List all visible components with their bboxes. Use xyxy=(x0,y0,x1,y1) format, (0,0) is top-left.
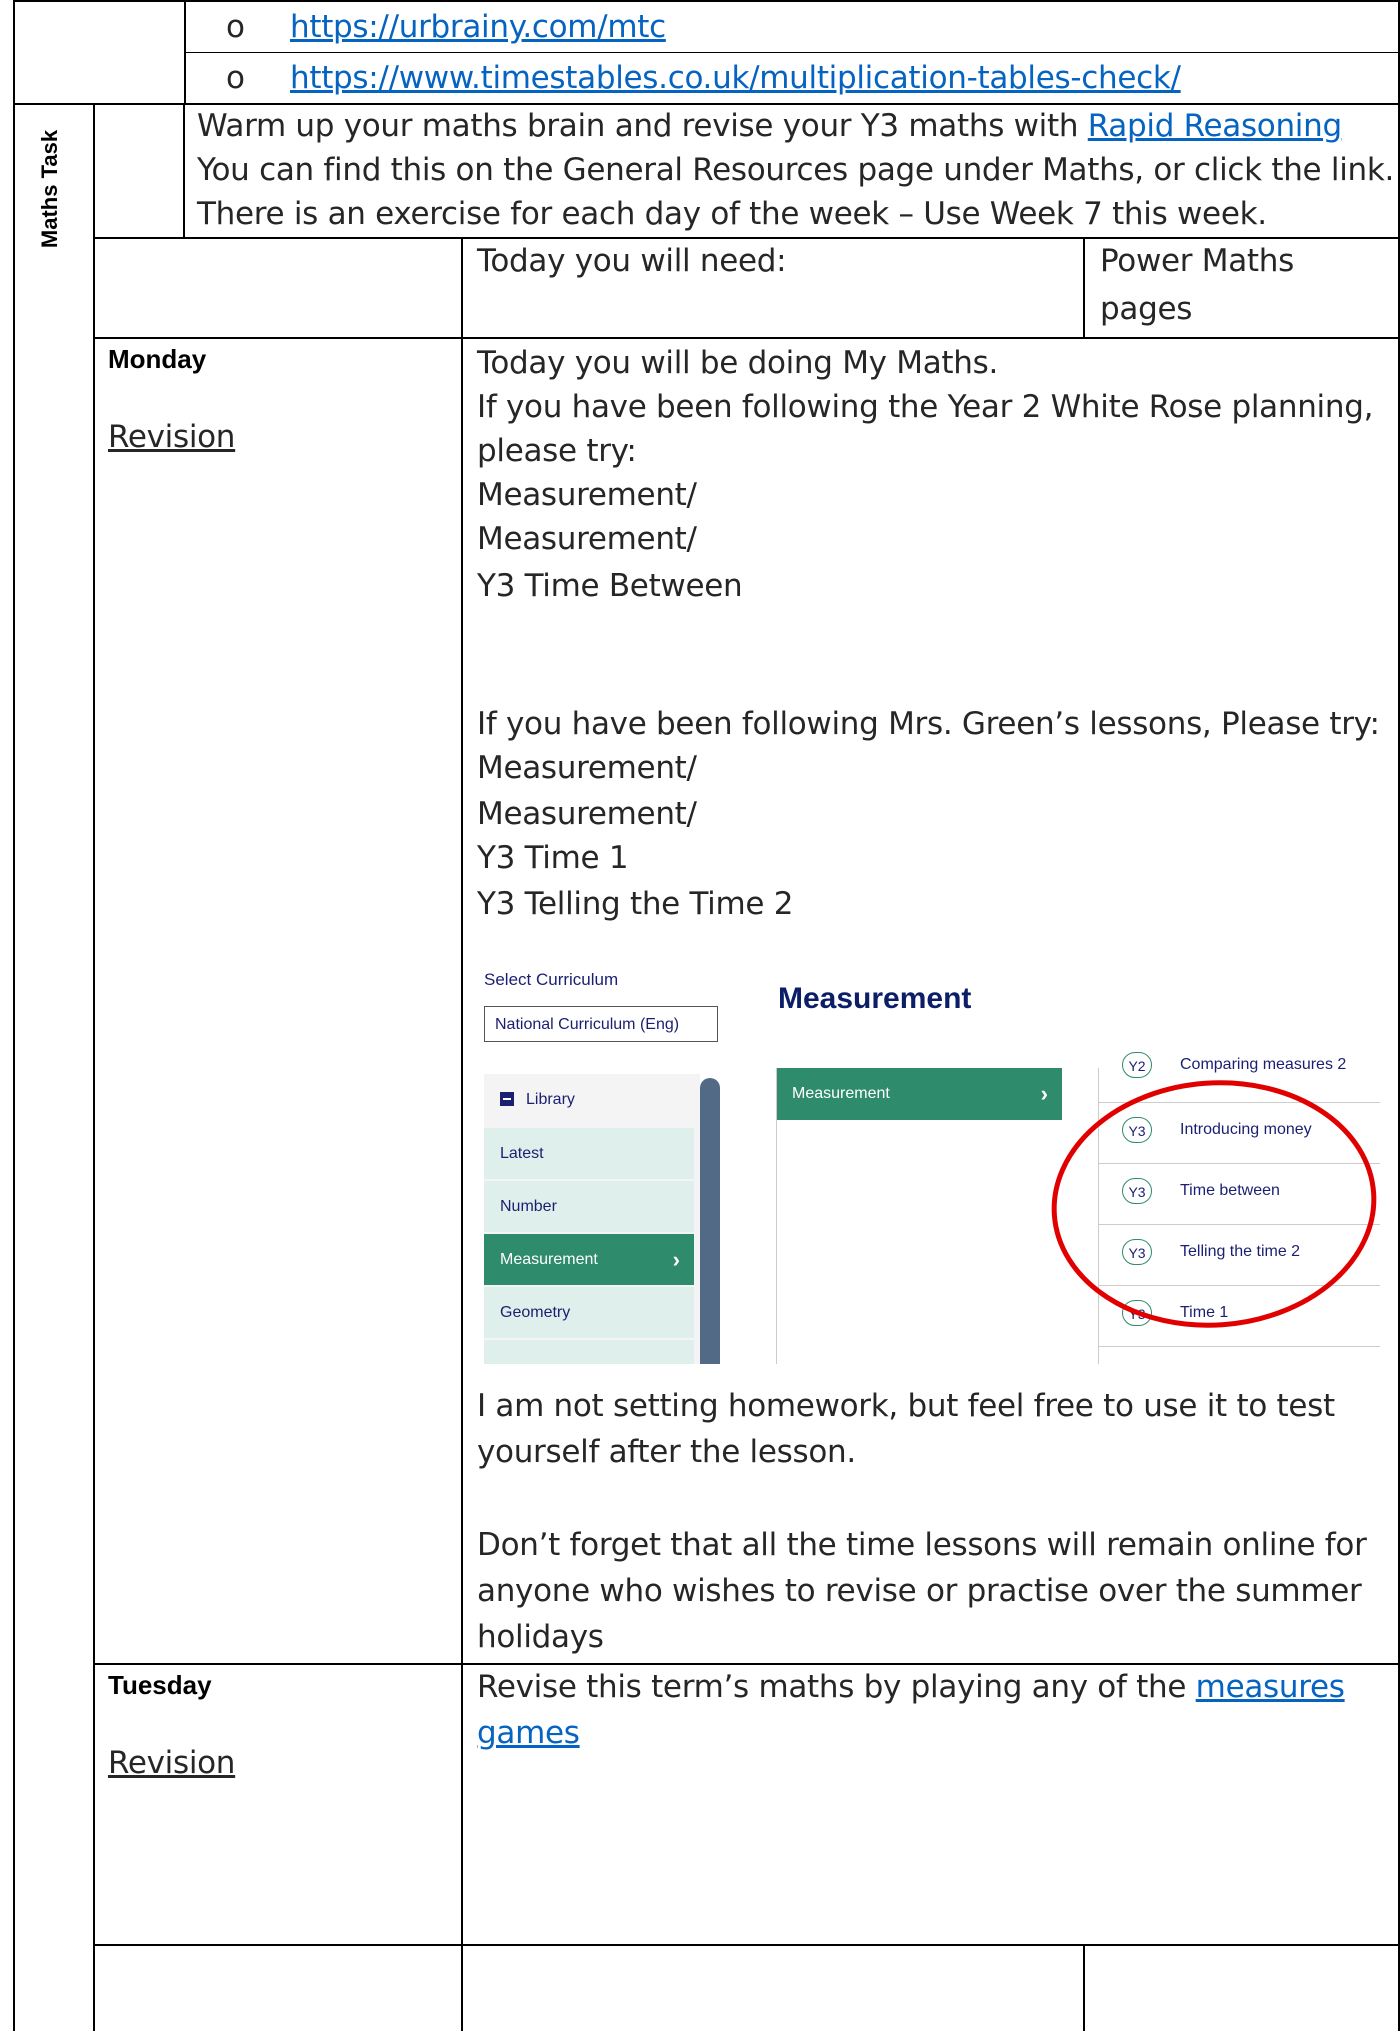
warmup-line-2: You can find this on the General Resourc… xyxy=(197,152,1395,188)
monday-line: If you have been following the Year 2 Wh… xyxy=(477,389,1374,425)
link-urbrainy[interactable]: https://urbrainy.com/mtc xyxy=(290,4,666,50)
monday-line: Today you will be doing My Maths. xyxy=(477,345,999,381)
monday-line: yourself after the lesson. xyxy=(477,1434,856,1470)
monday-line: Measurement/ xyxy=(477,796,697,832)
border-row-4 xyxy=(93,337,1400,339)
link-bullet-1: o xyxy=(226,9,245,45)
border-col-side xyxy=(93,104,95,2031)
link-bullet-2: o xyxy=(226,60,245,96)
games-link[interactable]: games xyxy=(477,1710,580,1756)
tuesday-subtitle: Revision xyxy=(108,1745,236,1781)
monday-line: Y3 Telling the Time 2 xyxy=(477,886,794,922)
border-col-warm xyxy=(183,104,185,238)
monday-line: please try: xyxy=(477,433,637,469)
monday-line: Y3 Time Between xyxy=(477,568,743,604)
monday-line: If you have been following Mrs. Green’s … xyxy=(477,706,1380,742)
maths-task-label-text: Maths Task xyxy=(37,129,62,249)
monday-subtitle: Revision xyxy=(108,419,236,455)
tuesday-day: Tuesday xyxy=(108,1670,212,1700)
tuesday-line-1-text: Revise this term’s maths by playing any … xyxy=(477,1669,1196,1705)
monday-line: Measurement/ xyxy=(477,750,697,786)
highlight-oval xyxy=(1051,1080,1377,1328)
monday-line: anyone who wishes to revise or practise … xyxy=(477,1573,1362,1609)
maths-task-label: Maths Task xyxy=(30,104,70,274)
border-row-1 xyxy=(186,52,1398,53)
pages-label-1: Power Maths xyxy=(1100,243,1294,279)
link-timestables[interactable]: https://www.timestables.co.uk/multiplica… xyxy=(290,55,1181,101)
warmup-line-3: There is an exercise for each day of the… xyxy=(197,196,1267,232)
monday-line: Measurement/ xyxy=(477,477,697,513)
monday-line: Measurement/ xyxy=(477,521,697,557)
monday-line: Y3 Time 1 xyxy=(477,840,629,876)
border-row-0 xyxy=(13,0,1400,2)
monday-line: Don’t forget that all the time lessons w… xyxy=(477,1527,1367,1563)
measures-link[interactable]: measures xyxy=(1196,1669,1345,1705)
pages-label-2: pages xyxy=(1100,291,1193,327)
need-label: Today you will need: xyxy=(477,243,787,279)
border-left xyxy=(13,0,15,2031)
tuesday-line-1: Revise this term’s maths by playing any … xyxy=(477,1664,1345,1710)
monday-line: I am not setting homework, but feel free… xyxy=(477,1388,1335,1424)
border-col-pages-bottom xyxy=(1083,1945,1085,2031)
warmup-line-1: Warm up your maths brain and revise your… xyxy=(197,103,1342,149)
red-circle-annotation xyxy=(1051,1080,1377,1328)
warmup-line-1-text: Warm up your maths brain and revise your… xyxy=(197,108,1088,144)
rapid-reasoning-link[interactable]: Rapid Reasoning xyxy=(1088,108,1342,144)
border-row-6 xyxy=(93,1944,1400,1946)
border-col-mid xyxy=(461,238,463,2031)
border-col-pages xyxy=(1083,238,1085,338)
monday-day: Monday xyxy=(108,344,207,374)
mymaths-screenshot: Select Curriculum National Curriculum (E… xyxy=(478,968,1380,1364)
monday-line: holidays xyxy=(477,1619,604,1655)
